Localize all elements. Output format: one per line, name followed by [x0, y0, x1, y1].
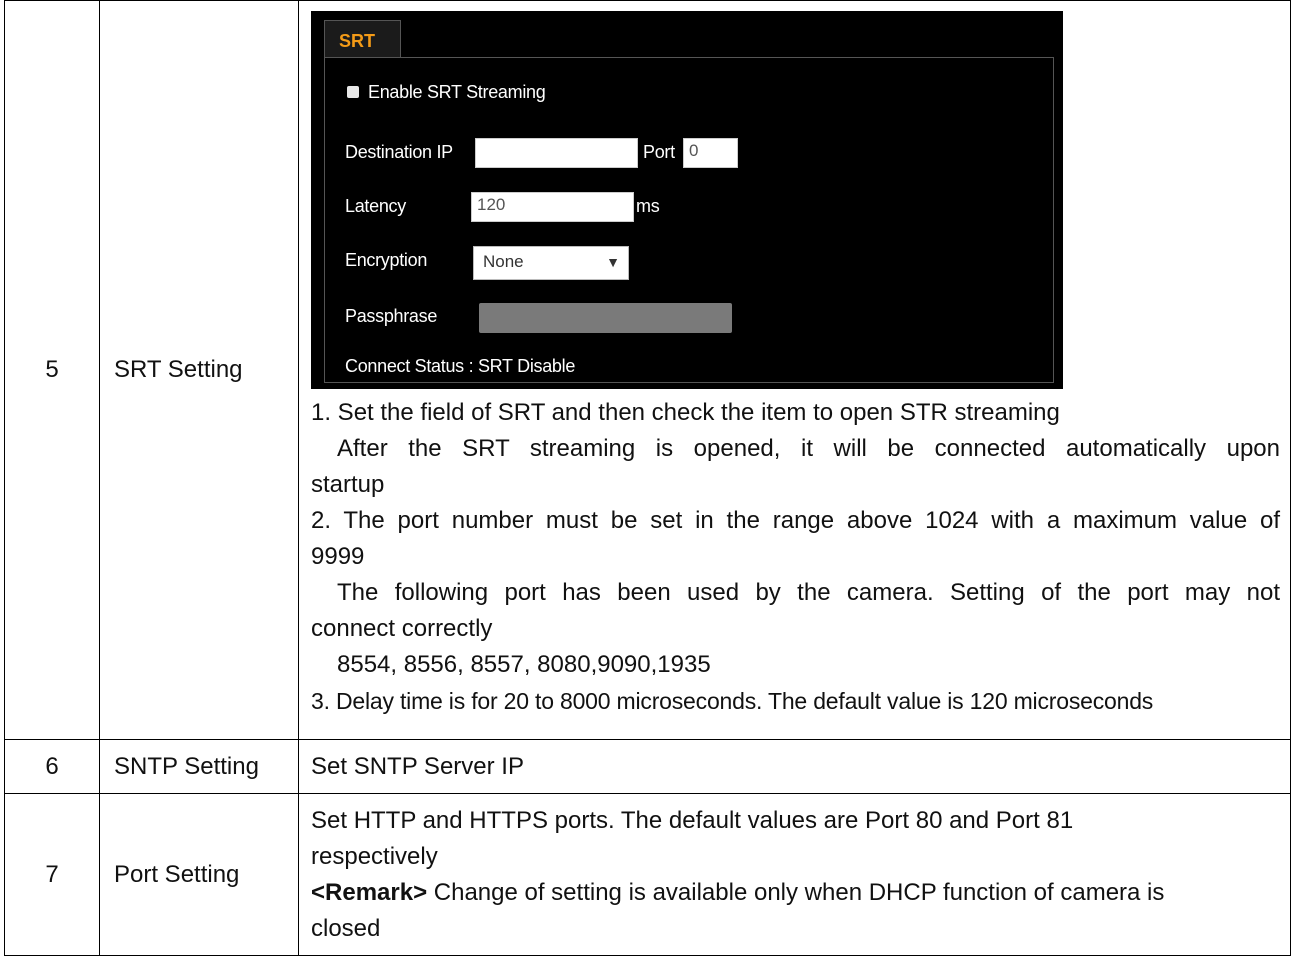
- passphrase-input[interactable]: [479, 303, 732, 333]
- row-name: SNTP Setting: [99, 739, 299, 794]
- remark-text: Change of setting is available only when…: [427, 878, 1165, 906]
- enable-srt-label: Enable SRT Streaming: [368, 82, 546, 102]
- row-name: SRT Setting: [99, 0, 299, 740]
- instruction-line: 8554, 8556, 8557, 8080,9090,1935: [337, 651, 711, 678]
- settings-table: 5 SRT Setting SRT Enable SRT Streaming D…: [4, 0, 1291, 956]
- row-number: 7: [4, 793, 100, 956]
- instruction-line: The following port has been used by the …: [337, 579, 1280, 606]
- connect-status: Connect Status : SRT Disable: [345, 356, 576, 376]
- remark-line: <Remark> Change of setting is available …: [311, 875, 1280, 911]
- latency-input[interactable]: 120: [471, 192, 634, 222]
- instruction-line: 9999: [311, 543, 365, 570]
- table-row: 7 Port Setting Set HTTP and HTTPS ports.…: [4, 793, 1291, 956]
- instruction-line: startup: [311, 471, 385, 498]
- remark-line-continued: closed: [311, 914, 381, 942]
- port-input[interactable]: 0: [683, 138, 738, 168]
- passphrase-label: Passphrase: [345, 306, 438, 326]
- row-number: 5: [4, 0, 100, 740]
- description-line: respectively: [311, 842, 438, 870]
- description-line: Set HTTP and HTTPS ports. The default va…: [311, 806, 1074, 834]
- encryption-select[interactable]: None ▼: [473, 246, 629, 280]
- instruction-line: After the SRT streaming is opened, it wi…: [337, 435, 1280, 462]
- destination-ip-label: Destination IP: [345, 142, 453, 162]
- chevron-down-icon: ▼: [606, 254, 620, 270]
- row-name: Port Setting: [99, 793, 299, 956]
- remark-label: <Remark>: [311, 878, 428, 906]
- row-description: SRT Enable SRT Streaming Destination IP …: [298, 0, 1291, 740]
- srt-settings-panel: SRT Enable SRT Streaming Destination IP …: [311, 11, 1063, 389]
- instruction-line: 2. The port number must be set in the ra…: [311, 507, 1280, 534]
- latency-unit: ms: [636, 196, 660, 216]
- srt-settings-box: Enable SRT Streaming Destination IP Port…: [324, 57, 1054, 383]
- table-row: 5 SRT Setting SRT Enable SRT Streaming D…: [4, 0, 1291, 740]
- row-number: 6: [4, 739, 100, 794]
- table-row: 6 SNTP Setting Set SNTP Server IP: [4, 739, 1291, 794]
- instruction-line: 1. Set the field of SRT and then check t…: [311, 399, 1060, 426]
- instruction-line: 3. Delay time is for 20 to 8000 microsec…: [311, 688, 1154, 714]
- enable-srt-checkbox[interactable]: [347, 86, 359, 98]
- encryption-selected-value: None: [483, 252, 524, 271]
- row-description: Set SNTP Server IP: [298, 739, 1291, 794]
- destination-ip-input[interactable]: [475, 138, 638, 168]
- row-description: Set HTTP and HTTPS ports. The default va…: [298, 793, 1291, 956]
- srt-tab[interactable]: SRT: [324, 20, 401, 58]
- latency-label: Latency: [345, 196, 406, 216]
- instruction-line: connect correctly: [311, 615, 493, 642]
- port-label: Port: [643, 142, 675, 162]
- encryption-label: Encryption: [345, 250, 428, 270]
